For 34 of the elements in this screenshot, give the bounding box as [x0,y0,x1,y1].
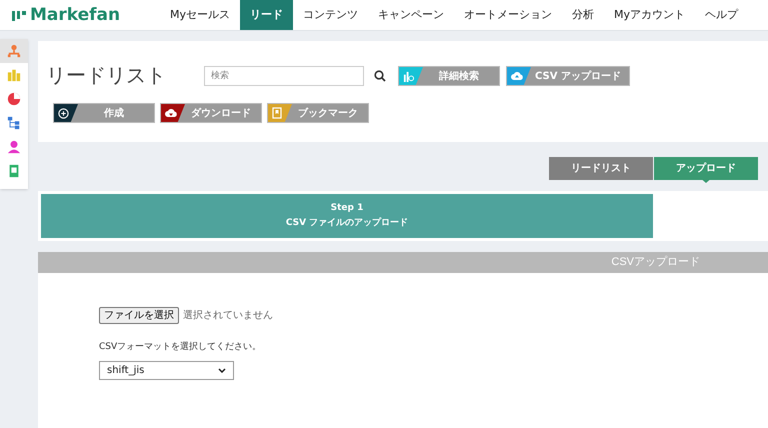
nav-tab[interactable]: ヘルプ [695,0,748,30]
person-icon [7,140,21,154]
format-label: CSVフォーマットを選択してください。 [99,341,262,354]
cloud-upload-icon [511,71,523,81]
search-field[interactable]: 検索 [204,66,364,86]
section-title: CSVアップロード [611,254,700,270]
chevron-down-icon [218,368,226,372]
bookmark-icon [272,107,282,119]
logo-text: Markefan [30,6,120,24]
format-select[interactable]: shift_jis [99,360,234,380]
search-icon[interactable] [374,70,386,82]
pie-chart-icon [7,92,21,106]
bar-chart-icon [403,70,414,82]
nav-tab[interactable]: オートメーション [454,0,562,30]
plus-circle-icon [58,108,69,118]
file-status: 選択されていません [183,309,273,323]
nav-tab[interactable]: コンテンツ [293,0,368,30]
choose-file-button[interactable]: ファイルを選択 [99,307,179,324]
nav-tab[interactable]: リード [240,0,294,30]
page-title: リードリスト [46,64,167,89]
nav-tab[interactable]: キャンペーン [368,0,454,30]
logo-icon [12,9,26,21]
step-title: CSV ファイルのアップロード [286,216,408,230]
nav-tab[interactable]: Myアカウント [604,0,696,30]
org-chart-icon [7,44,21,58]
sidebar-item[interactable] [0,39,28,63]
nav-tab[interactable]: 分析 [562,0,604,30]
cloud-download-icon [165,108,177,118]
buildings-icon [7,68,21,82]
step-number: Step 1 [330,202,364,215]
tree-icon [7,116,21,130]
document-icon [7,164,21,178]
view-tab[interactable]: リードリスト [549,157,653,180]
nav-tab[interactable]: Myセールス [160,0,240,30]
